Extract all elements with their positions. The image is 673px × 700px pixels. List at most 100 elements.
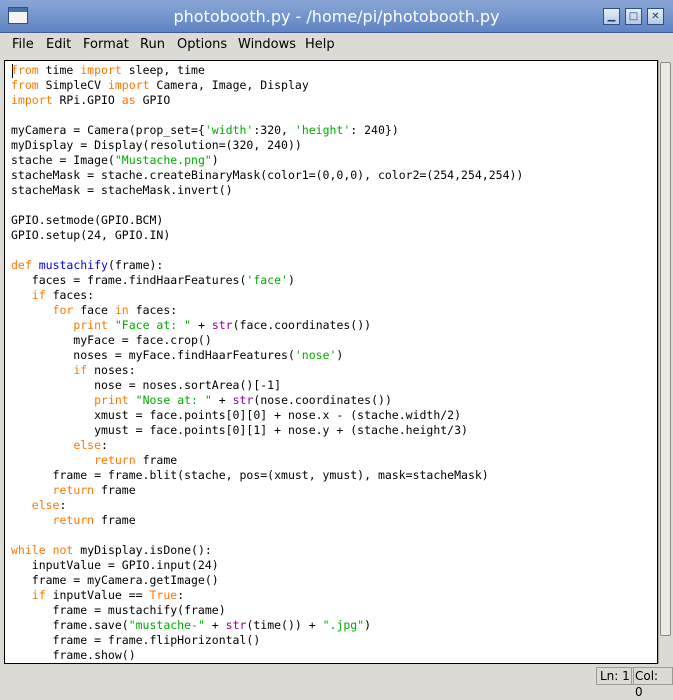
code-token: frame = frame.flipHorizontal() — [11, 633, 261, 647]
code-line[interactable]: frame = frame.flipHorizontal() — [11, 633, 523, 648]
code-token: : — [101, 438, 108, 452]
code-line[interactable]: return frame — [11, 453, 523, 468]
code-token: + — [204, 618, 226, 632]
code-line[interactable] — [11, 108, 523, 123]
code-line[interactable]: stacheMask = stacheMask.invert() — [11, 183, 523, 198]
code-line[interactable] — [11, 528, 523, 543]
menu-edit[interactable]: Edit — [46, 37, 71, 53]
code-token: "Mustache.png" — [114, 153, 212, 167]
status-column: Col: 0 — [631, 667, 673, 699]
code-token: frame = frame.blit(stache, pos=(xmust, y… — [11, 468, 489, 482]
code-token: inputValue == — [45, 588, 150, 602]
code-line[interactable]: stacheMask = stache.createBinaryMask(col… — [11, 168, 523, 183]
code-line[interactable]: faces = frame.findHaarFeatures('face') — [11, 273, 523, 288]
code-line[interactable]: stache = Image("Mustache.png") — [11, 153, 523, 168]
code-line[interactable]: print "Face at: " + str(face.coordinates… — [11, 318, 523, 333]
code-token: stacheMask = stacheMask.invert() — [11, 183, 233, 197]
code-line[interactable] — [11, 198, 523, 213]
code-token: def — [11, 258, 32, 272]
code-line[interactable]: myCamera = Camera(prop_set={'width':320,… — [11, 123, 523, 138]
code-token: frame.show() — [11, 648, 136, 662]
code-line[interactable]: inputValue = GPIO.input(24) — [11, 558, 523, 573]
code-line[interactable]: while not myDisplay.isDone(): — [11, 543, 523, 558]
code-line[interactable]: else: — [11, 498, 523, 513]
code-token: frame = myCamera.getImage() — [11, 573, 219, 587]
code-token: frame = mustachify(frame) — [11, 603, 226, 617]
code-line[interactable]: import RPi.GPIO as GPIO — [11, 93, 523, 108]
code-line[interactable] — [11, 243, 523, 258]
code-token: True — [149, 588, 178, 602]
title-bar[interactable]: photobooth.py - /home/pi/photobooth.py ▁… — [0, 0, 673, 33]
code-line[interactable]: if inputValue == True: — [11, 588, 523, 603]
code-line[interactable]: def mustachify(frame): — [11, 258, 523, 273]
code-token: ymust = face.points[0][1] + nose.y + (st… — [11, 423, 468, 437]
menu-file[interactable]: File — [12, 37, 34, 53]
code-line[interactable]: frame = frame.blit(stache, pos=(xmust, y… — [11, 468, 523, 483]
code-token: print — [94, 393, 129, 407]
code-token: (time()) + — [246, 618, 323, 632]
menu-format[interactable]: Format — [83, 37, 129, 53]
code-token: faces: — [45, 288, 95, 302]
menu-run[interactable]: Run — [140, 37, 165, 53]
menu-windows[interactable]: Windows — [238, 37, 296, 53]
code-token: myDisplay.isDone(): — [73, 543, 212, 557]
code-token: return — [94, 453, 136, 467]
code-token: from — [11, 63, 39, 77]
code-line[interactable]: if noses: — [11, 363, 523, 378]
close-button[interactable]: ✕ — [647, 8, 664, 25]
code-token: not — [52, 543, 74, 557]
code-line[interactable]: GPIO.setup(24, GPIO.IN) — [11, 228, 523, 243]
code-token: "Face at: " — [114, 318, 192, 332]
code-line[interactable]: nose = noses.sortArea()[-1] — [11, 378, 523, 393]
code-token: SimpleCV — [38, 78, 108, 92]
code-line[interactable]: from time import sleep, time — [11, 63, 523, 78]
code-token: myDisplay = Display(resolution=(320, 240… — [11, 138, 302, 152]
code-editor[interactable]: from time import sleep, time from SimpleC… — [4, 60, 658, 664]
code-line[interactable]: myDisplay = Display(resolution=(320, 240… — [11, 138, 523, 153]
vertical-scrollbar[interactable] — [658, 60, 672, 664]
code-line[interactable]: frame = myCamera.getImage() — [11, 573, 523, 588]
code-line[interactable]: GPIO.setmode(GPIO.BCM) — [11, 213, 523, 228]
code-token: else — [73, 438, 102, 452]
code-token: + — [211, 393, 233, 407]
code-line[interactable]: print "Nose at: " + str(nose.coordinates… — [11, 393, 523, 408]
code-line[interactable]: frame.save("mustache-" + str(time()) + "… — [11, 618, 523, 633]
code-token: ) — [211, 153, 219, 167]
code-line[interactable]: if faces: — [11, 288, 523, 303]
code-token: str — [211, 318, 233, 332]
code-line[interactable]: for face in faces: — [11, 303, 523, 318]
menu-help[interactable]: Help — [305, 37, 335, 53]
code-line[interactable]: myFace = face.crop() — [11, 333, 523, 348]
code-line[interactable]: else: — [11, 438, 523, 453]
scrollbar-thumb[interactable] — [660, 62, 671, 636]
code-line[interactable]: from SimpleCV import Camera, Image, Disp… — [11, 78, 523, 93]
code-line[interactable]: frame = mustachify(frame) — [11, 603, 523, 618]
code-line[interactable]: noses = myFace.findHaarFeatures('nose') — [11, 348, 523, 363]
code-token: "Nose at: " — [135, 393, 212, 407]
code-token: ".jpg" — [322, 618, 365, 632]
code-line[interactable]: frame.show() — [11, 648, 523, 663]
code-line[interactable]: return frame — [11, 483, 523, 498]
code-text[interactable]: from time import sleep, time from SimpleC… — [11, 63, 523, 663]
code-line[interactable]: xmust = face.points[0][0] + nose.x - (st… — [11, 408, 523, 423]
code-token: return — [52, 483, 95, 497]
code-line[interactable]: return frame — [11, 513, 523, 528]
code-token: (face.coordinates()) — [232, 318, 372, 332]
code-token: import — [11, 93, 53, 107]
status-bar: Ln: 1 Col: 0 — [0, 664, 673, 699]
minimize-button[interactable]: ▁ — [603, 8, 620, 25]
code-token: : 240}) — [350, 123, 399, 137]
code-line[interactable]: ymust = face.points[0][1] + nose.y + (st… — [11, 423, 523, 438]
maximize-button[interactable]: □ — [625, 8, 642, 25]
code-token: nose = noses.sortArea()[-1] — [11, 378, 282, 392]
menu-options[interactable]: Options — [177, 37, 227, 53]
status-line: Ln: 1 — [596, 667, 634, 685]
